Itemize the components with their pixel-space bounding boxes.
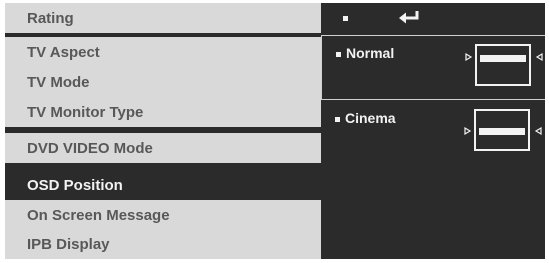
menu-item-label: On Screen Message: [27, 206, 170, 224]
return-icon[interactable]: [396, 9, 422, 27]
bullet-icon: [336, 52, 341, 57]
menu-item-label: TV Aspect: [27, 43, 100, 61]
osd-position-submenu: Normal Cinema: [321, 3, 545, 259]
menu-group-rating: Rating: [5, 3, 321, 33]
menu-item-label: IPB Display: [27, 235, 110, 253]
option-normal[interactable]: Normal: [321, 35, 545, 100]
submenu-header[interactable]: [321, 3, 545, 33]
menu-item-rating[interactable]: Rating: [5, 3, 321, 33]
menu-group-display: On Screen Message IPB Display: [5, 200, 321, 259]
menu-item-osd-position[interactable]: OSD Position: [5, 170, 321, 200]
option-label: Normal: [346, 45, 395, 61]
menu-item-ipb-display[interactable]: IPB Display: [5, 229, 321, 259]
screen-position-preview-icon: [465, 44, 543, 86]
option-label: Cinema: [345, 110, 396, 126]
screen-position-preview-icon: [464, 109, 542, 151]
menu-group-tv: TV Aspect TV Mode TV Monitor Type: [5, 37, 321, 127]
menu-item-tv-aspect[interactable]: TV Aspect: [5, 37, 321, 67]
setup-menu: Rating TV Aspect TV Mode TV Monitor Type…: [5, 3, 321, 259]
menu-group-dvd: DVD VIDEO Mode: [5, 133, 321, 163]
menu-item-on-screen-message[interactable]: On Screen Message: [5, 200, 321, 230]
menu-item-tv-monitor-type[interactable]: TV Monitor Type: [5, 97, 321, 127]
bullet-icon: [343, 16, 348, 21]
menu-item-label: Rating: [27, 9, 74, 27]
option-cinema[interactable]: Cinema: [321, 101, 545, 166]
menu-item-dvd-video-mode[interactable]: DVD VIDEO Mode: [5, 133, 321, 163]
osd-setup-screen: Rating TV Aspect TV Mode TV Monitor Type…: [5, 3, 545, 259]
menu-item-tv-mode[interactable]: TV Mode: [5, 67, 321, 97]
bullet-icon: [335, 117, 340, 122]
menu-item-label: TV Mode: [27, 73, 90, 91]
menu-item-label: DVD VIDEO Mode: [27, 139, 153, 157]
menu-item-label: TV Monitor Type: [27, 103, 144, 121]
menu-item-label: OSD Position: [27, 176, 123, 194]
